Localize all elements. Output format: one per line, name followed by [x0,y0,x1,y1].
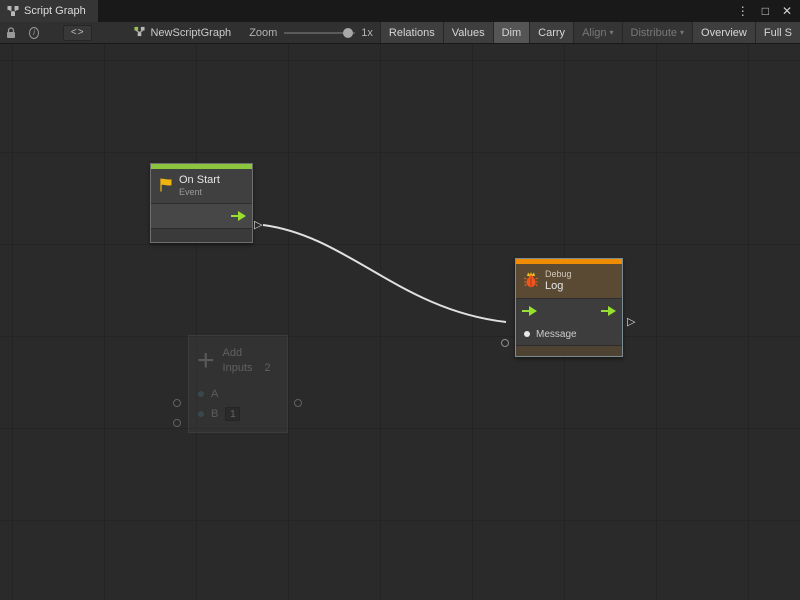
node-title: On Start [179,174,220,187]
toolbar-button-align: Align▾ [573,22,621,44]
input-label: A [211,388,218,400]
input-label: B [211,408,218,420]
tab-script-graph[interactable]: Script Graph [0,0,98,22]
node-on-start[interactable]: On Start Event [150,163,253,243]
control-input-port[interactable] [521,305,538,320]
graph-name-label: NewScriptGraph [150,27,231,39]
input-row-b: B 1 [189,404,287,424]
node-subtitle: Event [179,187,220,198]
zoom-value: 1x [361,27,373,39]
maximize-icon[interactable]: □ [762,0,769,22]
input-value-field: 1 [225,407,240,421]
zoom-label: Zoom [249,27,277,39]
bug-icon [523,271,539,291]
plus-icon: + [197,347,215,375]
graph-canvas[interactable]: On Start Event ▷ ▷ [0,44,800,600]
toolbar-button-carry[interactable]: Carry [529,22,573,44]
lock-icon[interactable] [6,27,16,39]
connection-wire [0,44,800,600]
titlebar: Script Graph ⋮ □ ✕ [0,0,800,22]
node-footer [151,228,252,242]
graph-name-group[interactable]: NewScriptGraph [134,26,231,40]
graph-file-icon [134,26,145,40]
chevron-down-icon: ▾ [680,28,684,37]
zoom-slider[interactable] [284,26,355,40]
flag-icon [158,177,173,196]
toolbar-button-fullscreen[interactable]: Full S [755,22,800,44]
toolbar-button-values[interactable]: Values [443,22,493,44]
value-port-dot [198,411,204,417]
info-icon[interactable]: i [29,27,39,39]
toolbar-button-relations[interactable]: Relations [380,22,443,44]
toolbar-button-overview[interactable]: Overview [692,22,755,44]
toolbar-button-distribute: Distribute▾ [622,22,692,44]
wire-start-triangle-icon[interactable]: ▷ [254,219,262,231]
input-row-a: A [189,384,287,404]
ghost-port-circle [173,419,181,427]
node-footer [516,345,622,356]
value-input-port[interactable] [524,331,530,337]
control-output-port[interactable] [230,210,247,225]
ghost-title-line2: Inputs [223,362,253,374]
chevron-down-icon: ▾ [610,28,614,37]
ghost-port-circle [294,399,302,407]
input-count: 2 [265,362,271,374]
node-debug-log[interactable]: Debug Log Message [515,258,623,357]
value-port-dot [198,391,204,397]
window-menu-icon[interactable]: ⋮ [737,0,749,22]
graph-toolbar: i <> NewScriptGraph Zoom 1x Relations Va… [0,22,800,44]
ghost-port-circle [173,399,181,407]
tab-label: Script Graph [24,5,86,17]
toolbar-button-row: Relations Values Dim Carry Align▾ Distri… [380,22,800,44]
ghost-title-line1: Add [223,346,271,361]
toolbar-button-dim[interactable]: Dim [493,22,530,44]
node-category: Debug [545,269,572,280]
script-graph-window: Script Graph ⋮ □ ✕ i <> NewScriptGraph Z… [0,0,800,600]
graph-icon [7,5,19,17]
control-output-port[interactable] [600,305,617,320]
node-title: Log [545,280,572,293]
zoom-slider-knob[interactable] [343,28,353,38]
wire-end-triangle-icon[interactable]: ▷ [627,316,635,328]
code-view-button[interactable]: <> [63,25,92,41]
node-add-inputs-ghost: + Add Inputs 2 A B 1 [188,335,288,433]
close-icon[interactable]: ✕ [782,0,792,22]
message-input-label: Message [536,329,577,340]
message-port-circle[interactable] [501,339,509,347]
